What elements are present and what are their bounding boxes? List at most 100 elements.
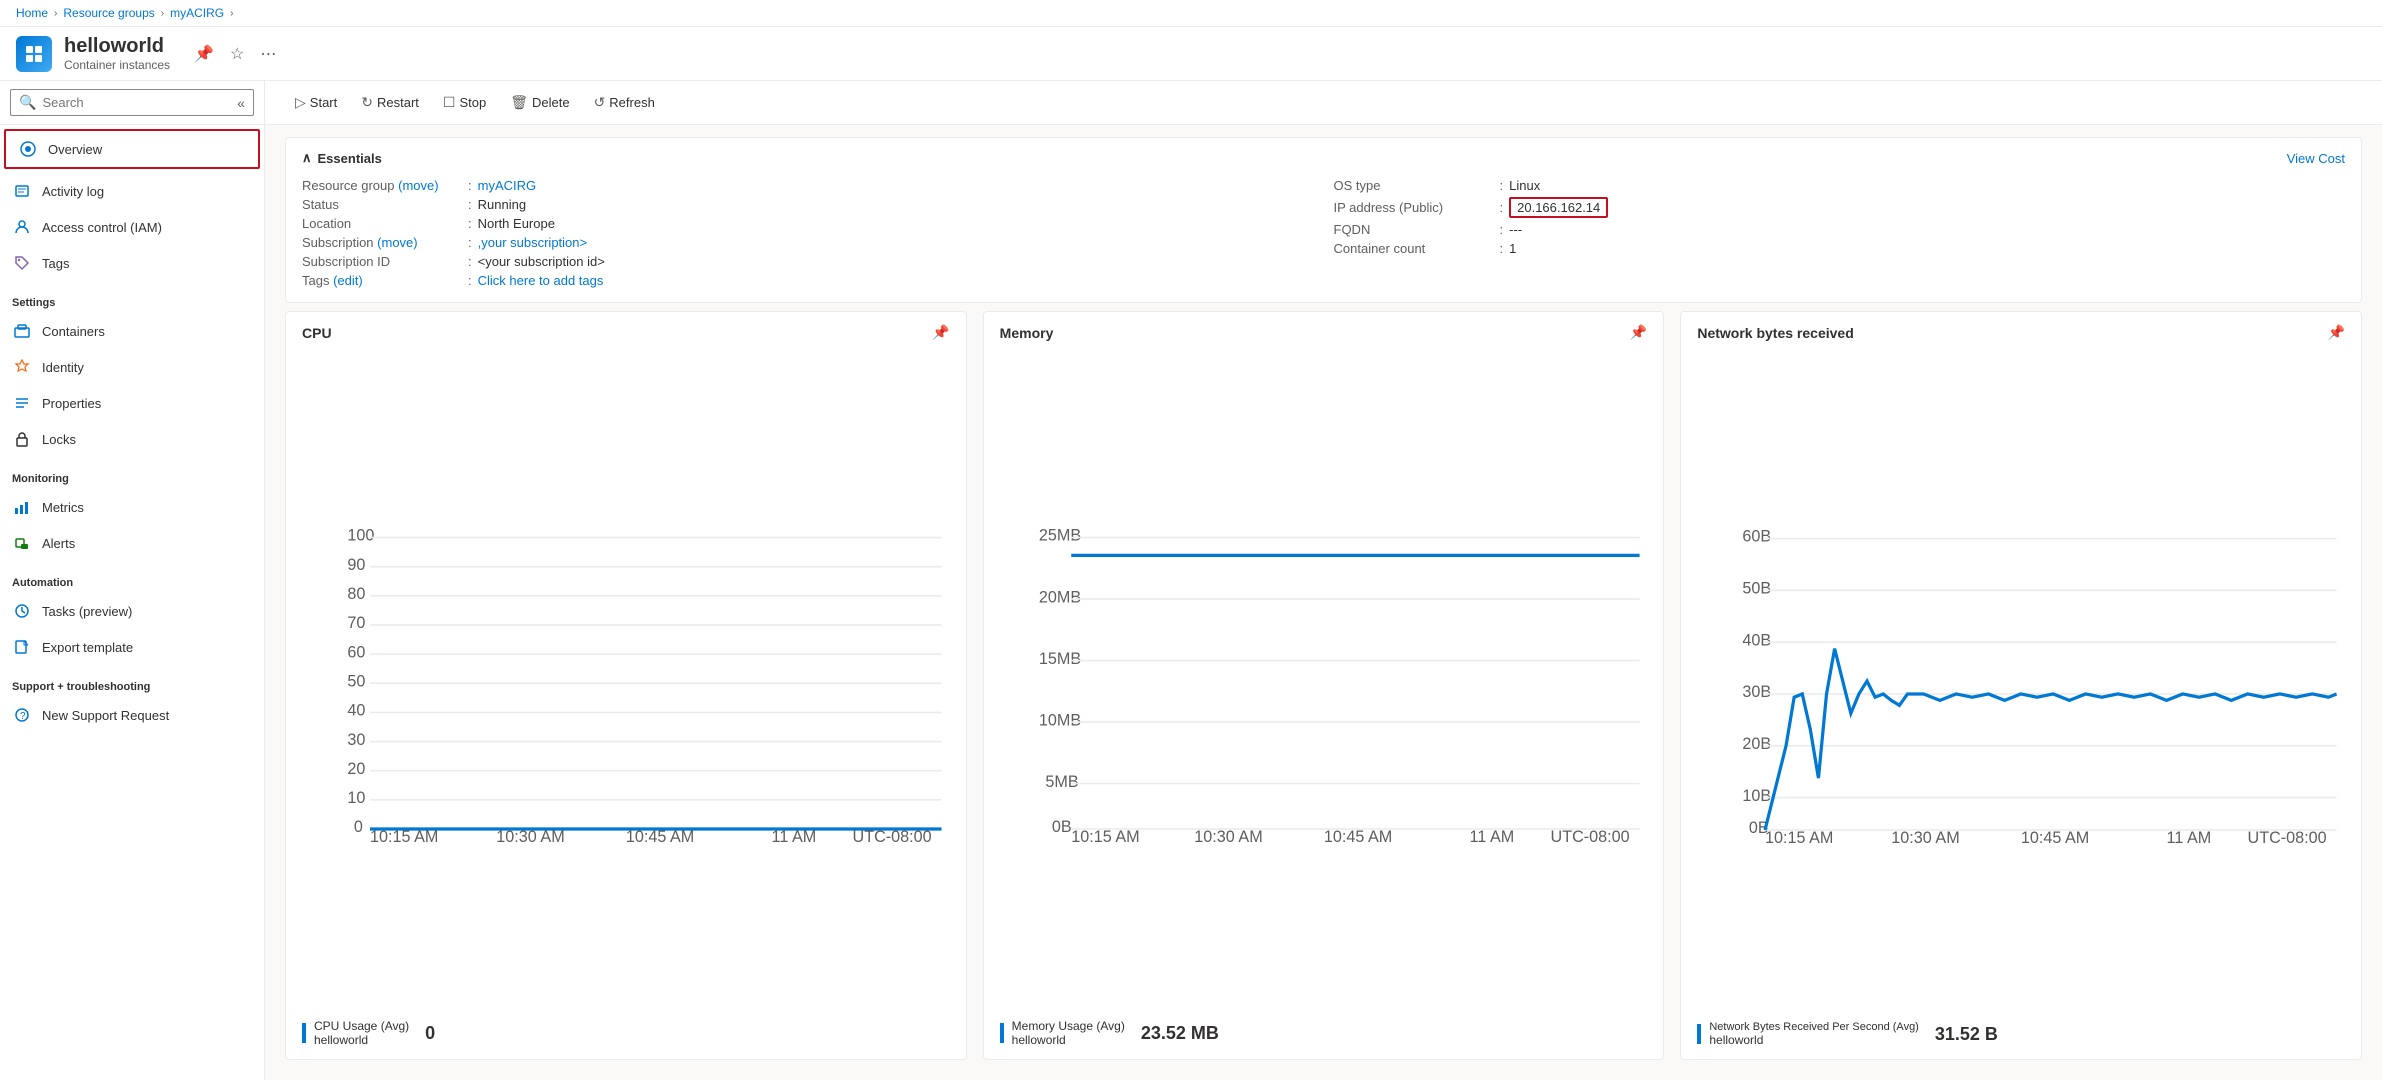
svg-text:10: 10 <box>347 789 365 807</box>
essentials-right-col: OS type : Linux IP address (Public) : 20… <box>1334 176 2346 290</box>
collapse-button[interactable]: « <box>237 95 245 111</box>
cpu-legend-sub: helloworld <box>314 1033 409 1047</box>
tags-value[interactable]: Click here to add tags <box>478 273 604 288</box>
sidebar: 🔍 « Overview Activity log Ac <box>0 81 265 1080</box>
sidebar-overview-label: Overview <box>48 142 102 157</box>
sidebar-item-properties[interactable]: Properties <box>0 385 264 421</box>
svg-text:20B: 20B <box>1743 735 1772 753</box>
metrics-icon <box>12 497 32 517</box>
memory-legend-label: Memory Usage (Avg) <box>1012 1019 1125 1033</box>
svg-text:50B: 50B <box>1743 580 1772 598</box>
cpu-pin-icon[interactable]: 📌 <box>932 324 949 341</box>
sidebar-locks-label: Locks <box>42 432 76 447</box>
sidebar-tags-label: Tags <box>42 256 69 271</box>
sidebar-item-activity-log[interactable]: Activity log <box>0 173 264 209</box>
search-icon: 🔍 <box>19 94 36 111</box>
view-cost-link[interactable]: View Cost <box>2287 151 2345 166</box>
sidebar-item-new-support[interactable]: ? New Support Request <box>0 697 264 733</box>
network-legend-label: Network Bytes Received Per Second (Avg) <box>1709 1021 1919 1033</box>
svg-text:100: 100 <box>347 527 374 545</box>
alerts-icon <box>12 533 32 553</box>
sidebar-identity-label: Identity <box>42 360 84 375</box>
sidebar-item-metrics[interactable]: Metrics <box>0 489 264 525</box>
svg-text:50: 50 <box>347 672 365 690</box>
svg-text:UTC-08:00: UTC-08:00 <box>853 828 932 846</box>
network-chart-title: Network bytes received <box>1697 325 1853 341</box>
svg-text:10:15 AM: 10:15 AM <box>370 828 438 846</box>
essentials-left-col: Resource group (move) : myACIRG Status :… <box>302 176 1314 290</box>
properties-icon <box>12 393 32 413</box>
memory-pin-icon[interactable]: 📌 <box>1630 324 1647 341</box>
network-chart-svg: 60B 50B 40B 30B 20B 10B 0B <box>1697 349 2345 1013</box>
svg-text:20MB: 20MB <box>1039 588 1081 606</box>
sidebar-item-access-control[interactable]: Access control (IAM) <box>0 209 264 245</box>
svg-text:30B: 30B <box>1743 683 1772 701</box>
delete-button[interactable]: 🗑 Delete <box>500 89 579 116</box>
location-value: North Europe <box>478 216 555 231</box>
search-input[interactable] <box>42 95 231 110</box>
refresh-icon: ↺ <box>594 94 606 111</box>
sidebar-item-tasks[interactable]: Tasks (preview) <box>0 593 264 629</box>
essentials-os-type: OS type : Linux <box>1334 176 2346 195</box>
memory-chart-header: Memory 📌 <box>1000 324 1648 341</box>
start-button[interactable]: ▷ Start <box>285 89 347 116</box>
svg-text:40B: 40B <box>1743 631 1772 649</box>
essentials-status: Status : Running <box>302 195 1314 214</box>
settings-section-label: Settings <box>0 281 264 313</box>
svg-text:5MB: 5MB <box>1045 773 1078 791</box>
sidebar-item-export-template[interactable]: Export template <box>0 629 264 665</box>
containers-icon <box>12 321 32 341</box>
svg-text:10:30 AM: 10:30 AM <box>1194 828 1262 846</box>
sidebar-item-alerts[interactable]: Alerts <box>0 525 264 561</box>
svg-text:10:15 AM: 10:15 AM <box>1071 828 1139 846</box>
memory-legend-bar <box>1000 1023 1004 1043</box>
memory-legend-sub: helloworld <box>1012 1033 1125 1047</box>
app-title-block: helloworld Container instances <box>64 35 170 72</box>
refresh-button[interactable]: ↺ Refresh <box>584 89 665 116</box>
network-chart-legend: Network Bytes Received Per Second (Avg) … <box>1697 1021 2345 1047</box>
more-button[interactable]: ⋯ <box>256 42 280 66</box>
access-control-icon <box>12 217 32 237</box>
resource-group-value[interactable]: myACIRG <box>478 178 537 193</box>
memory-value: 23.52 MB <box>1141 1023 1219 1044</box>
essentials-ip-address: IP address (Public) : 20.166.162.14 <box>1334 195 2346 220</box>
cpu-legend-label: CPU Usage (Avg) <box>314 1019 409 1033</box>
start-icon: ▷ <box>295 94 306 111</box>
header-actions: 📌 ☆ ⋯ <box>190 42 280 66</box>
svg-text:10:45 AM: 10:45 AM <box>1324 828 1392 846</box>
stop-button[interactable]: ☐ Stop <box>433 89 496 116</box>
pin-button[interactable]: 📌 <box>190 42 218 66</box>
svg-text:20: 20 <box>347 760 365 778</box>
tasks-icon <box>12 601 32 621</box>
svg-text:80: 80 <box>347 585 365 603</box>
sidebar-properties-label: Properties <box>42 396 101 411</box>
favorite-button[interactable]: ☆ <box>226 42 248 66</box>
svg-text:10:45 AM: 10:45 AM <box>2021 829 2089 847</box>
sidebar-item-overview[interactable]: Overview <box>4 129 260 169</box>
identity-icon <box>12 357 32 377</box>
breadcrumb-myacirg[interactable]: myACIRG <box>170 6 224 20</box>
subscription-value[interactable]: ,your subscription> <box>478 235 587 250</box>
essentials-resource-group: Resource group (move) : myACIRG <box>302 176 1314 195</box>
sidebar-access-control-label: Access control (IAM) <box>42 220 162 235</box>
svg-text:60: 60 <box>347 643 365 661</box>
memory-chart-card: Memory 📌 25MB 20MB 15MB 10MB 5MB 0B <box>983 311 1665 1060</box>
restart-button[interactable]: ↻ Restart <box>351 89 429 116</box>
network-pin-icon[interactable]: 📌 <box>2328 324 2345 341</box>
sidebar-search-container: 🔍 « <box>0 81 264 125</box>
breadcrumb-resource-groups[interactable]: Resource groups <box>63 6 154 20</box>
breadcrumb-home[interactable]: Home <box>16 6 48 20</box>
network-chart-header: Network bytes received 📌 <box>1697 324 2345 341</box>
svg-text:0B: 0B <box>1051 818 1071 836</box>
sidebar-item-tags[interactable]: Tags <box>0 245 264 281</box>
sidebar-item-locks[interactable]: Locks <box>0 421 264 457</box>
sidebar-item-identity[interactable]: Identity <box>0 349 264 385</box>
monitoring-section-label: Monitoring <box>0 457 264 489</box>
container-count-value: 1 <box>1509 241 1516 256</box>
essentials-title[interactable]: ∧ Essentials <box>302 150 382 166</box>
stop-icon: ☐ <box>443 94 456 111</box>
sidebar-containers-label: Containers <box>42 324 105 339</box>
sidebar-item-containers[interactable]: Containers <box>0 313 264 349</box>
svg-text:30: 30 <box>347 731 365 749</box>
network-legend-bar <box>1697 1024 1701 1044</box>
